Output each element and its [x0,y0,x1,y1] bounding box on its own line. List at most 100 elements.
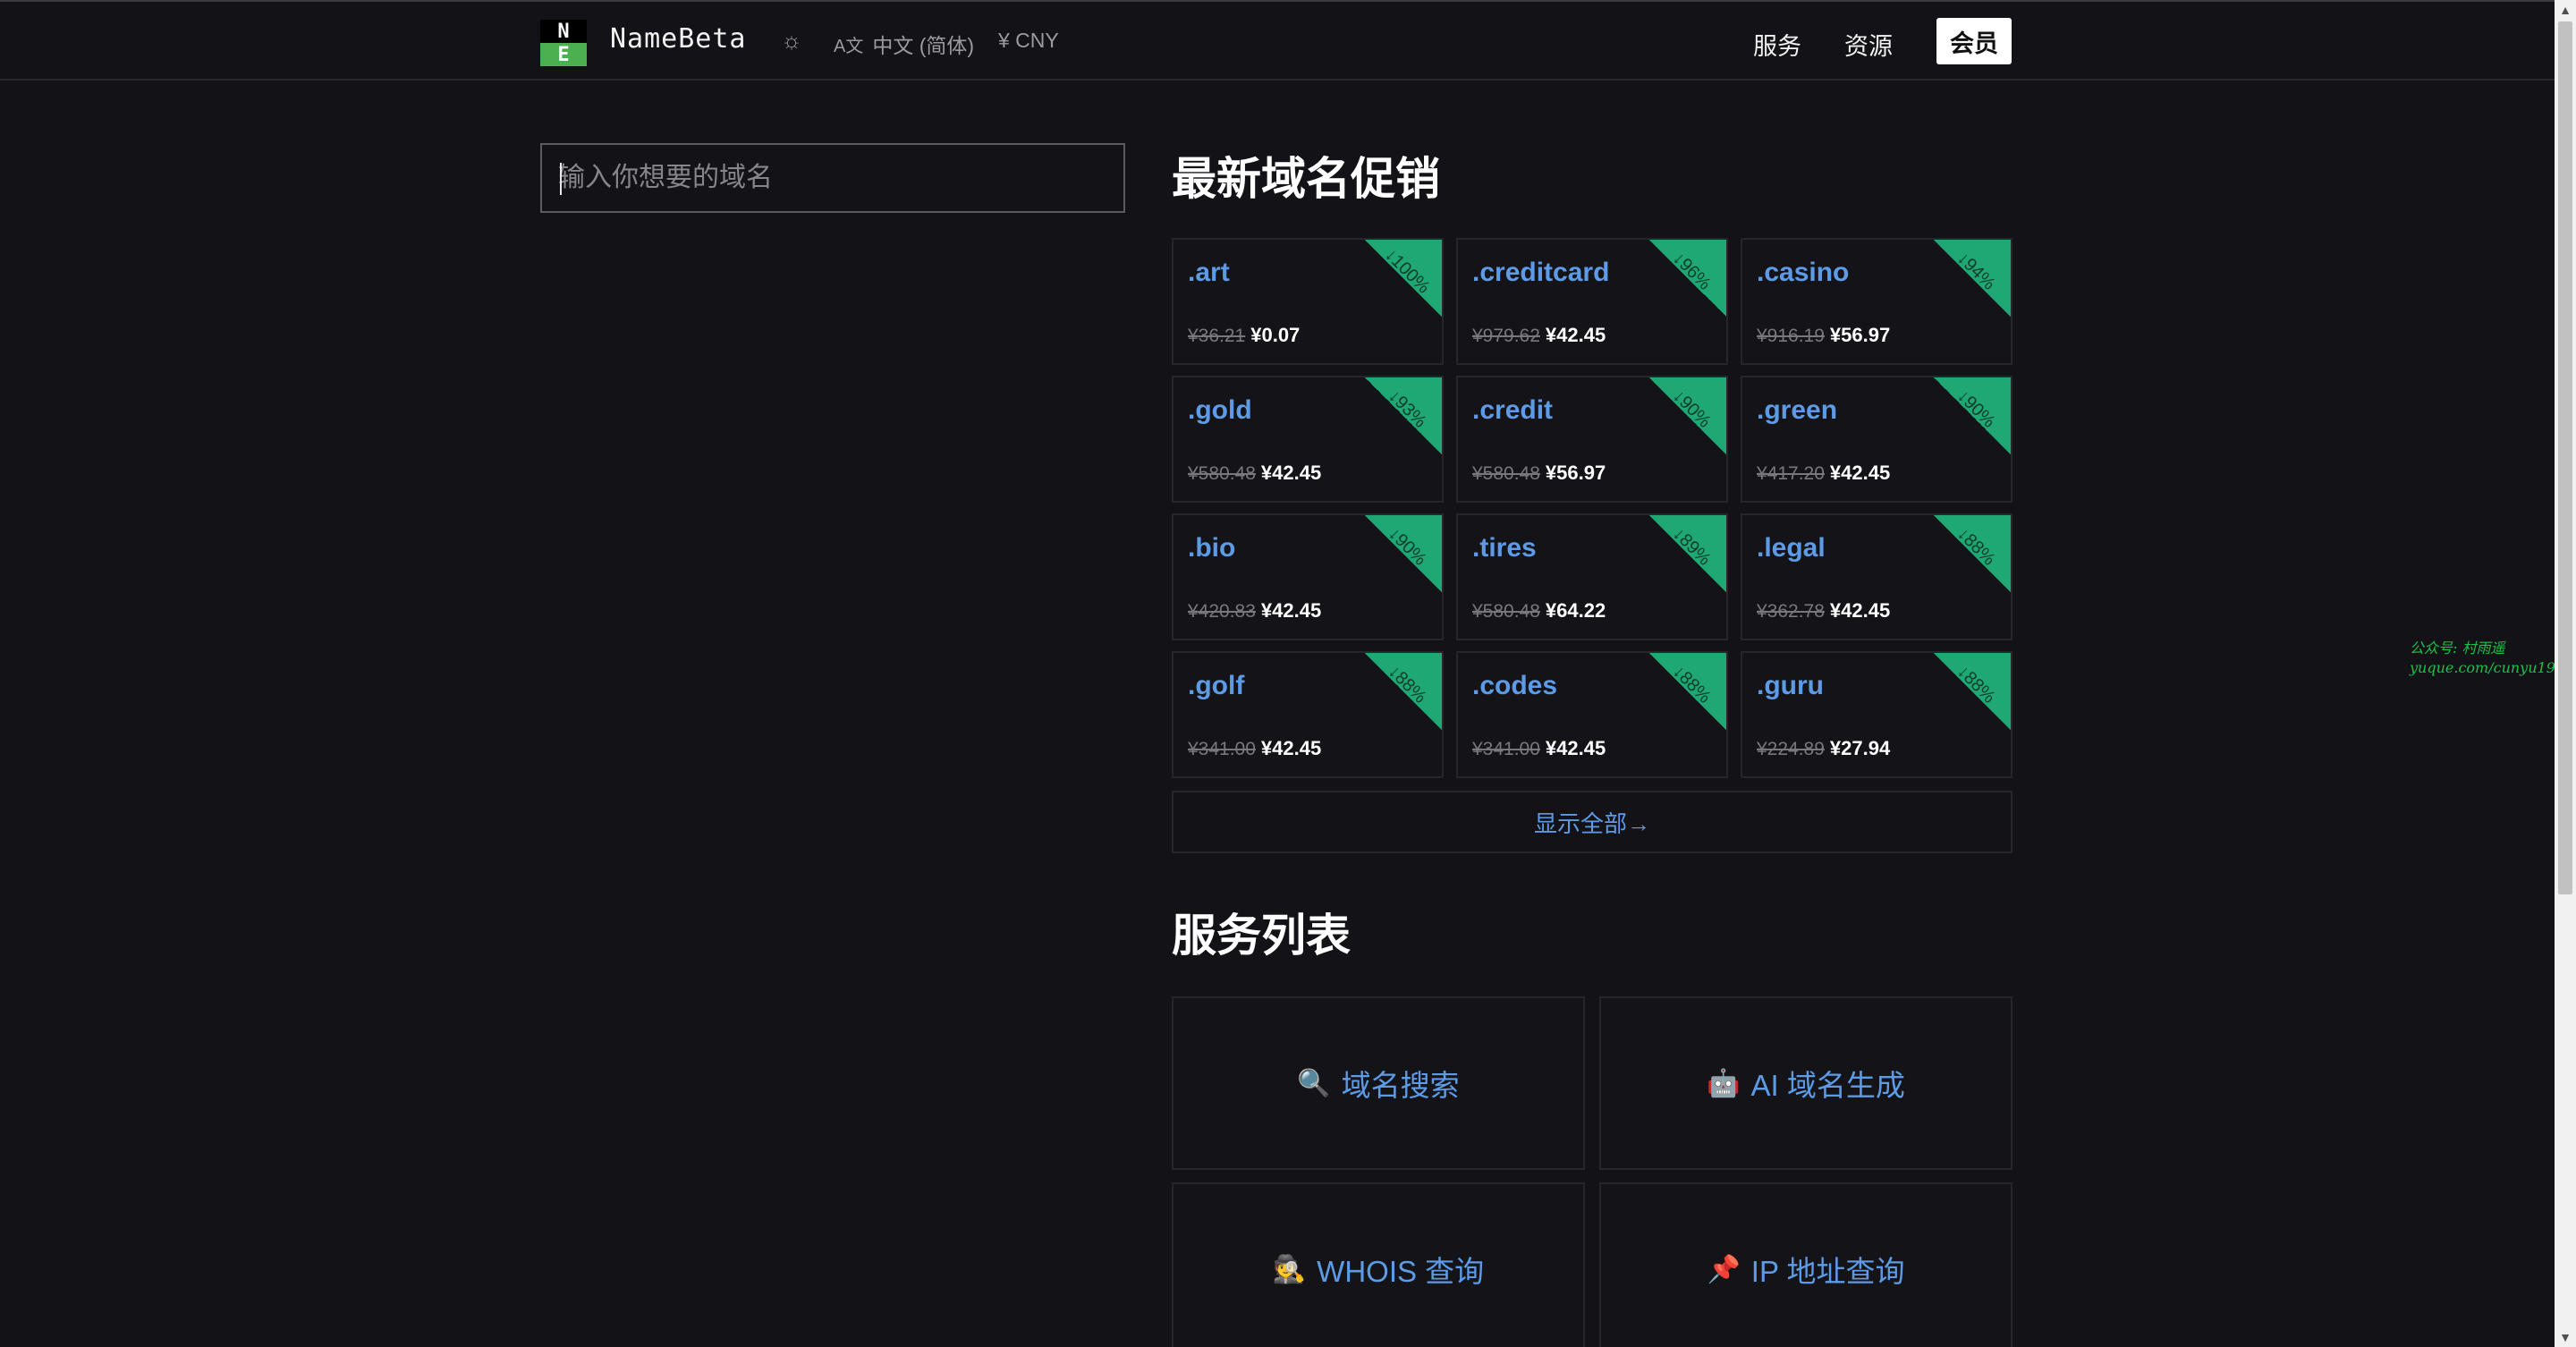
promo-prices: ¥420.83 ¥42.45 [1188,599,1321,623]
discount-label: ↓96% [1668,248,1715,294]
promo-tld: .creditcard [1472,258,1610,287]
page-scrollbar[interactable]: ▲ ▼ [2555,0,2576,1347]
promo-prices: ¥580.48 ¥42.45 [1188,462,1321,485]
promo-old-price: ¥341.00 [1472,739,1540,759]
promo-old-price: ¥36.21 [1188,326,1246,346]
scroll-up-arrow-icon[interactable]: ▲ [2555,0,2576,20]
promo-card[interactable]: .golf ¥341.00 ¥42.45 ↓88% [1172,651,1444,778]
discount-label: ↓88% [1953,523,1999,570]
pushpin-icon: 📌 [1707,1254,1741,1284]
discount-label: ↓90% [1384,523,1430,570]
service-label: 域名搜索 [1341,1069,1460,1102]
language-label: 中文 (简体) [872,34,975,57]
magnifier-icon: 🔍 [1297,1068,1331,1098]
promo-card[interactable]: .green ¥417.20 ¥42.45 ↓90% [1741,376,2012,503]
promo-tld: .art [1188,258,1230,287]
discount-label: ↓94% [1953,248,1999,294]
text-caret [560,163,562,195]
promo-card[interactable]: .credit ¥580.48 ¥56.97 ↓90% [1456,376,1728,503]
promo-prices: ¥417.20 ¥42.45 [1757,462,1890,485]
robot-icon: 🤖 [1707,1068,1741,1098]
promo-old-price: ¥916.19 [1757,326,1825,346]
member-button[interactable]: 会员 [1936,18,2012,64]
promo-tld: .gold [1188,395,1252,425]
promo-tld: .credit [1472,395,1554,425]
promo-card[interactable]: .legal ¥362.78 ¥42.45 ↓88% [1741,513,2012,640]
show-all-link[interactable]: 显示全部→ [1172,791,2012,853]
scrollbar-thumb[interactable] [2558,21,2572,894]
promo-tld: .casino [1757,258,1850,287]
detective-icon: 🕵 [1272,1254,1307,1284]
discount-label: ↓88% [1668,661,1715,707]
promo-old-price: ¥341.00 [1188,739,1256,759]
translate-icon: A文 [834,36,864,56]
site-logo[interactable]: N E [540,20,587,66]
promo-tld: .codes [1472,671,1558,700]
promo-card[interactable]: .gold ¥580.48 ¥42.45 ↓93% [1172,376,1444,503]
promo-old-price: ¥979.62 [1472,326,1540,346]
discount-label: ↓90% [1668,385,1715,432]
promo-new-price: ¥42.45 [1829,462,1891,484]
discount-ribbon: ↓88% [1934,653,2011,730]
promo-old-price: ¥362.78 [1757,601,1825,622]
promo-card[interactable]: .guru ¥224.89 ¥27.94 ↓88% [1741,651,2012,778]
promo-card[interactable]: .bio ¥420.83 ¥42.45 ↓90% [1172,513,1444,640]
promo-new-price: ¥56.97 [1545,462,1606,484]
promo-card[interactable]: .codes ¥341.00 ¥42.45 ↓88% [1456,651,1728,778]
watermark: 公众号: 村雨遥 yuque.com/cunyu1943 [2410,639,2573,678]
top-navbar: N E NameBeta ☼ A文 中文 (简体) ¥ CNY 服务 资源 会员 [0,0,2555,80]
discount-ribbon: ↓100% [1365,240,1442,317]
promo-new-price: ¥0.07 [1250,324,1301,346]
service-label: AI 域名生成 [1750,1069,1905,1102]
promo-tld: .guru [1757,671,1824,700]
promo-new-price: ¥56.97 [1829,324,1891,346]
promo-tld: .green [1757,395,1838,425]
service-card[interactable]: 🔍 域名搜索 [1172,996,1585,1170]
promo-old-price: ¥224.89 [1757,739,1825,759]
brand-name[interactable]: NameBeta [610,23,747,55]
discount-ribbon: ↓88% [1365,653,1442,730]
promo-new-price: ¥42.45 [1545,324,1606,346]
service-card[interactable]: 🕵 WHOIS 查询 [1172,1182,1585,1347]
promo-tld: .bio [1188,533,1236,563]
discount-ribbon: ↓88% [1649,653,1726,730]
service-label: WHOIS 查询 [1317,1255,1485,1288]
logo-top: N [540,20,587,43]
promo-new-price: ¥42.45 [1260,599,1322,622]
language-selector[interactable]: A文 中文 (简体) [834,29,974,59]
discount-ribbon: ↓96% [1649,240,1726,317]
promo-card[interactable]: .tires ¥580.48 ¥64.22 ↓89% [1456,513,1728,640]
currency-selector[interactable]: ¥ CNY [998,29,1059,53]
promo-card[interactable]: .art ¥36.21 ¥0.07 ↓100% [1172,238,1444,365]
domain-search-input[interactable] [542,145,1123,211]
promo-new-price: ¥42.45 [1260,737,1322,759]
promo-prices: ¥580.48 ¥56.97 [1472,462,1606,485]
promo-prices: ¥362.78 ¥42.45 [1757,599,1890,623]
promo-old-price: ¥580.48 [1472,601,1540,622]
discount-ribbon: ↓93% [1365,377,1442,454]
service-label: IP 地址查询 [1750,1255,1905,1288]
discount-label: ↓93% [1384,385,1430,432]
promotions-title: 最新域名促销 [1172,154,1440,204]
promo-new-price: ¥42.45 [1829,599,1891,622]
promo-prices: ¥341.00 ¥42.45 [1472,737,1606,760]
promo-tld: .golf [1188,671,1245,700]
watermark-line-1: 公众号: 村雨遥 [2410,640,2505,657]
discount-label: ↓88% [1953,661,1999,707]
discount-ribbon: ↓89% [1649,515,1726,592]
logo-bottom: E [540,43,587,66]
nav-resources[interactable]: 资源 [1844,27,1893,62]
service-card[interactable]: 📌 IP 地址查询 [1599,1182,2012,1347]
domain-search-box [540,143,1125,213]
sun-icon[interactable]: ☼ [778,27,805,54]
scroll-down-arrow-icon[interactable]: ▼ [2555,1327,2576,1347]
promo-card[interactable]: .casino ¥916.19 ¥56.97 ↓94% [1741,238,2012,365]
promo-prices: ¥580.48 ¥64.22 [1472,599,1606,623]
nav-services[interactable]: 服务 [1753,27,1801,62]
promo-new-price: ¥64.22 [1545,599,1606,622]
promo-card[interactable]: .creditcard ¥979.62 ¥42.45 ↓96% [1456,238,1728,365]
promo-prices: ¥224.89 ¥27.94 [1757,737,1890,760]
service-card[interactable]: 🤖 AI 域名生成 [1599,996,2012,1170]
promo-old-price: ¥417.20 [1757,463,1825,484]
promo-prices: ¥36.21 ¥0.07 [1188,324,1300,347]
